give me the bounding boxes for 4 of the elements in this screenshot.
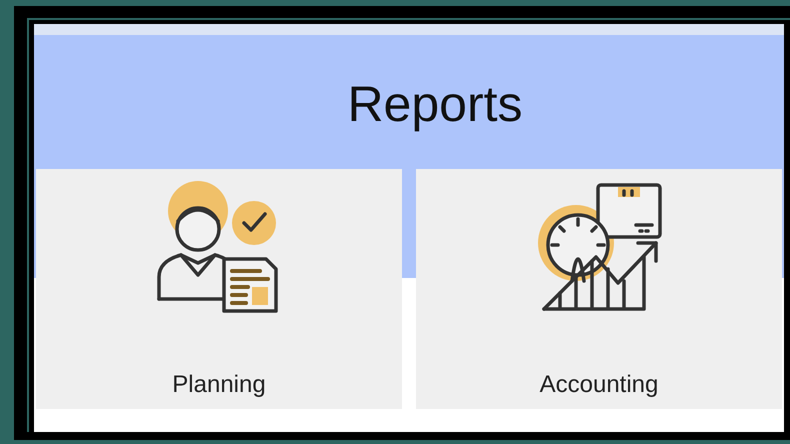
report-tile[interactable]: Planning — [36, 169, 402, 409]
page-title: Reports — [347, 74, 523, 132]
report-tile[interactable]: Accounting — [416, 169, 782, 409]
clock-chart-icon — [536, 181, 662, 313]
